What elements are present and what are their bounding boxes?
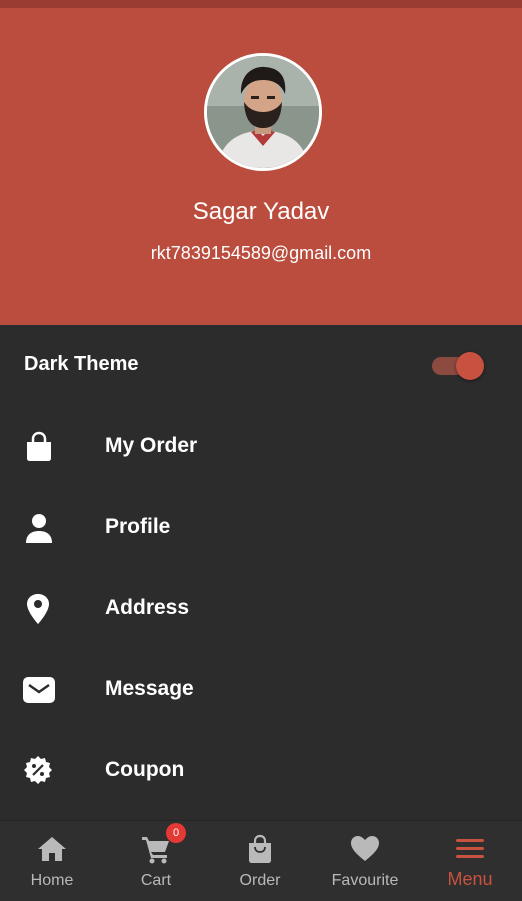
bottom-nav: Home 0 Cart Order Favourite Menu xyxy=(0,820,522,901)
toggle-thumb xyxy=(456,352,484,380)
shopping-bag-icon xyxy=(22,430,56,464)
status-strip xyxy=(0,0,522,8)
menu-item-label: Coupon xyxy=(105,758,185,781)
person-icon xyxy=(22,511,56,545)
nav-label: Cart xyxy=(140,872,172,889)
menu-item-message[interactable]: Message xyxy=(0,649,522,730)
user-email: rkt7839154589@gmail.com xyxy=(150,243,372,263)
bag-icon xyxy=(244,833,276,865)
heart-icon xyxy=(349,833,381,865)
nav-label: Order xyxy=(239,872,281,889)
nav-item-order[interactable]: Order xyxy=(208,821,312,901)
nav-item-cart[interactable]: 0 Cart xyxy=(104,821,208,901)
menu-item-profile[interactable]: Profile xyxy=(0,487,522,568)
nav-label: Favourite xyxy=(331,872,399,889)
envelope-icon xyxy=(22,673,56,707)
dark-theme-label: Dark Theme xyxy=(24,353,139,375)
nav-item-favourite[interactable]: Favourite xyxy=(313,821,417,901)
cart-count-badge: 0 xyxy=(166,823,186,843)
nav-label: Home xyxy=(30,872,74,889)
avatar[interactable] xyxy=(204,53,322,171)
dark-theme-toggle[interactable] xyxy=(432,352,484,380)
menu-icon xyxy=(454,833,486,865)
nav-item-home[interactable]: Home xyxy=(0,821,104,901)
drawer-menu: Dark Theme My Order Profile Address Mess… xyxy=(0,325,522,820)
user-name: Sagar Yadav xyxy=(192,198,330,225)
menu-item-my-order[interactable]: My Order xyxy=(0,406,522,487)
menu-item-label: Profile xyxy=(105,515,171,538)
location-pin-icon xyxy=(22,592,56,626)
nav-item-menu[interactable]: Menu xyxy=(418,821,522,901)
menu-item-label: Message xyxy=(105,677,194,700)
menu-item-coupon[interactable]: Coupon xyxy=(0,730,522,811)
home-icon xyxy=(36,833,68,865)
profile-header: Sagar Yadav rkt7839154589@gmail.com xyxy=(0,8,522,325)
menu-item-label: My Order xyxy=(105,434,198,457)
menu-item-label: Address xyxy=(105,596,190,619)
menu-item-address[interactable]: Address xyxy=(0,568,522,649)
nav-label: Menu xyxy=(447,869,493,889)
dark-theme-row: Dark Theme xyxy=(0,325,522,406)
coupon-icon xyxy=(22,754,56,788)
